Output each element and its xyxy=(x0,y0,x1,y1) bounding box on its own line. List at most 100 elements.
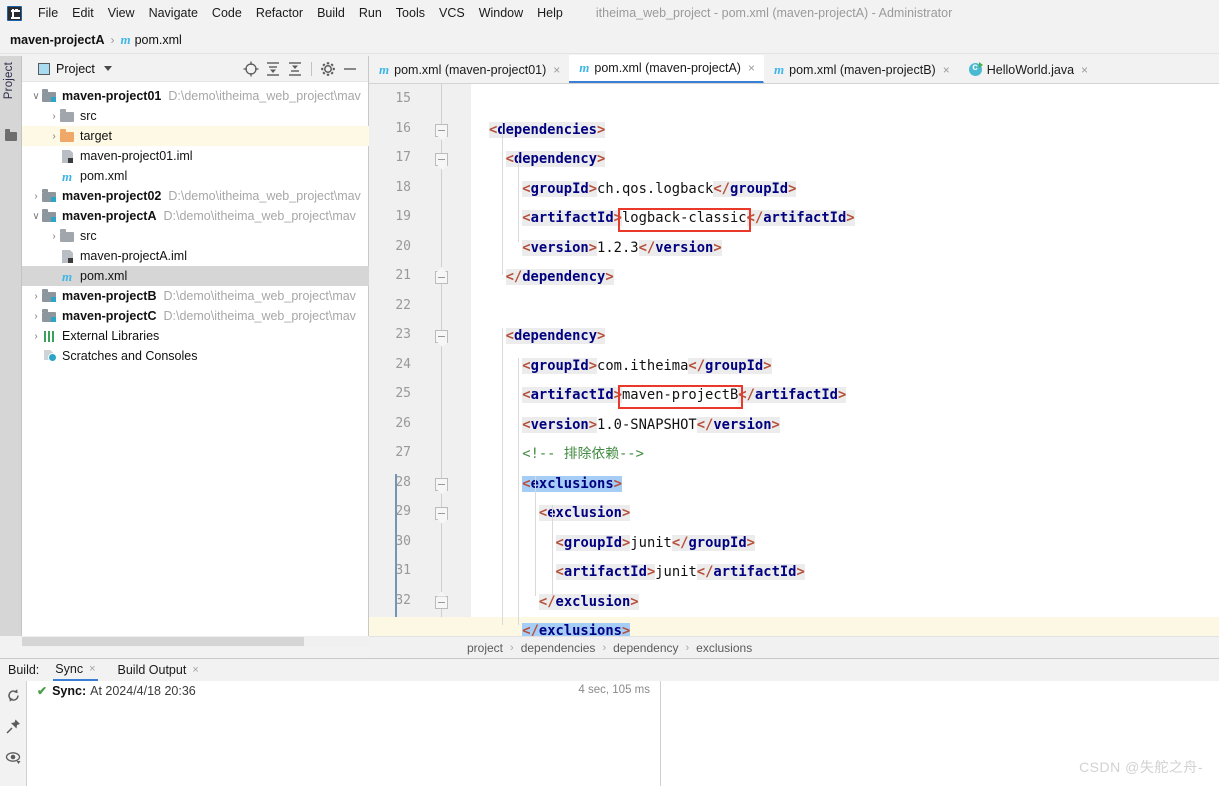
code-line[interactable]: </exclusion> xyxy=(538,588,639,618)
editor-breadcrumb-item[interactable]: dependencies xyxy=(521,641,596,655)
code-fold-toggle[interactable] xyxy=(435,477,448,491)
chevron-right-icon[interactable]: › xyxy=(30,331,42,342)
build-tab-sync[interactable]: Sync × xyxy=(53,660,98,681)
breadcrumb-module[interactable]: maven-projectA xyxy=(10,33,104,47)
tree-item-maven-project02[interactable]: › maven-project02 D:\demo\itheima_web_proj… xyxy=(22,186,369,206)
menu-item-edit[interactable]: Edit xyxy=(65,4,101,22)
breadcrumb-separator: › xyxy=(110,33,115,47)
settings-gear-icon[interactable] xyxy=(318,59,338,79)
editor-gutter[interactable]: 15161718192021222324252627282930313233 xyxy=(369,84,471,636)
breadcrumb-file[interactable]: pom.xml xyxy=(135,33,182,47)
tree-item-scratches-and-consoles[interactable]: Scratches and Consoles xyxy=(22,346,369,366)
chevron-right-icon[interactable]: › xyxy=(30,191,42,202)
editor-breadcrumb-item[interactable]: exclusions xyxy=(696,641,752,655)
code-line[interactable]: <version>1.0-SNAPSHOT</version> xyxy=(522,411,780,441)
chevron-down-icon[interactable] xyxy=(103,66,112,71)
tree-item-target[interactable]: › target xyxy=(22,126,369,146)
build-result-row[interactable]: ✔ Sync: At 2024/4/18 20:36 xyxy=(27,681,660,701)
close-icon[interactable]: × xyxy=(748,61,755,75)
menu-item-help[interactable]: Help xyxy=(530,4,570,22)
menu-item-window[interactable]: Window xyxy=(472,4,530,22)
code-fold-toggle[interactable] xyxy=(435,271,448,284)
editor-tab-pom-xml-maven-project01-[interactable]: m pom.xml (maven-project01) × xyxy=(369,56,569,83)
editor-breadcrumb-item[interactable]: project xyxy=(467,641,503,655)
code-line[interactable]: <artifactId>junit</artifactId> xyxy=(555,558,805,588)
code-fold-toggle[interactable] xyxy=(435,595,448,609)
editor-tab-pom-xml-maven-projectb-[interactable]: m pom.xml (maven-projectB) × xyxy=(764,56,959,83)
code-fold-toggle[interactable] xyxy=(435,507,448,520)
code-line[interactable]: <artifactId>maven-projectB</artifactId> xyxy=(522,381,847,411)
tree-item-maven-projecta-iml[interactable]: maven-projectA.iml xyxy=(22,246,369,266)
tree-item-src[interactable]: › src xyxy=(22,226,369,246)
close-icon[interactable]: × xyxy=(89,663,95,675)
menu-item-navigate[interactable]: Navigate xyxy=(142,4,205,22)
code-line[interactable]: <dependencies> xyxy=(489,116,606,146)
hide-icon[interactable] xyxy=(340,59,360,79)
code-line[interactable]: <dependency> xyxy=(505,145,606,175)
tree-item-maven-project01[interactable]: ∨ maven-project01 D:\demo\itheima_web_proj… xyxy=(22,86,369,106)
tree-item-maven-project01-iml[interactable]: maven-project01.iml xyxy=(22,146,369,166)
project-tree[interactable]: ∨ maven-project01 D:\demo\itheima_web_proj… xyxy=(22,82,369,635)
close-icon[interactable]: × xyxy=(553,63,560,77)
tree-item-pom-xml[interactable]: m pom.xml xyxy=(22,166,369,186)
code-line[interactable]: </exclusions> xyxy=(522,617,631,636)
menu-item-run[interactable]: Run xyxy=(352,4,389,22)
editor-tab-pom-xml-maven-projecta-[interactable]: m pom.xml (maven-projectA) × xyxy=(569,55,764,83)
build-tab-build-output[interactable]: Build Output × xyxy=(116,661,201,680)
close-icon[interactable]: × xyxy=(192,664,198,676)
chevron-right-icon[interactable]: › xyxy=(30,291,42,302)
code-content[interactable]: <dependencies> <dependency> <groupId>ch.qo… xyxy=(369,84,1219,636)
code-line[interactable]: </dependency> xyxy=(505,263,614,293)
code-editor[interactable]: 15161718192021222324252627282930313233 <… xyxy=(369,84,1219,636)
tool-window-button-project[interactable]: Project xyxy=(3,62,15,99)
pin-icon[interactable] xyxy=(5,718,22,735)
code-line[interactable]: <artifactId>logback-classic</artifactId> xyxy=(522,204,855,234)
code-line[interactable]: <exclusions> xyxy=(522,470,622,500)
menu-item-build[interactable]: Build xyxy=(310,4,352,22)
chevron-right-icon[interactable]: › xyxy=(30,311,42,322)
tree-item-label: maven-project01.iml xyxy=(80,149,193,163)
code-line[interactable]: <groupId>com.itheima</groupId> xyxy=(522,352,772,382)
tree-item-pom-xml[interactable]: m pom.xml xyxy=(22,266,369,286)
rerun-icon[interactable] xyxy=(5,687,22,704)
tree-item-src[interactable]: › src xyxy=(22,106,369,126)
locate-icon[interactable] xyxy=(241,59,261,79)
chevron-down-icon[interactable]: ∨ xyxy=(30,211,42,222)
code-line[interactable]: <groupId>ch.qos.logback</groupId> xyxy=(522,175,797,205)
menu-item-refactor[interactable]: Refactor xyxy=(249,4,310,22)
code-line[interactable]: <!-- 排除依赖--> xyxy=(522,440,644,470)
iml-file-icon xyxy=(60,249,76,263)
collapse-all-icon[interactable] xyxy=(285,59,305,79)
project-panel-horizontal-scrollbar[interactable] xyxy=(22,636,369,647)
menu-item-vcs[interactable]: VCS xyxy=(432,4,472,22)
tree-item-maven-projecta[interactable]: ∨ maven-projectA D:\demo\itheima_web_proje… xyxy=(22,206,369,226)
eye-filter-icon[interactable] xyxy=(5,749,22,766)
menu-item-code[interactable]: Code xyxy=(205,4,249,22)
code-line[interactable]: <exclusion> xyxy=(538,499,631,529)
expand-all-icon[interactable] xyxy=(263,59,283,79)
chevron-down-icon[interactable]: ∨ xyxy=(30,91,42,102)
menu-item-view[interactable]: View xyxy=(101,4,142,22)
chevron-right-icon[interactable]: › xyxy=(48,231,60,242)
code-line[interactable]: <groupId>junit</groupId> xyxy=(555,529,755,559)
editor-breadcrumb[interactable]: project › dependencies › dependency › exclusio… xyxy=(369,636,1219,658)
code-line[interactable]: <dependency> xyxy=(505,322,606,352)
close-icon[interactable]: × xyxy=(943,63,950,77)
chevron-right-icon[interactable]: › xyxy=(48,111,60,122)
code-fold-toggle[interactable] xyxy=(435,153,448,166)
code-fold-toggle[interactable] xyxy=(435,123,448,137)
chevron-right-icon[interactable]: › xyxy=(48,131,60,142)
code-line[interactable]: <version>1.2.3</version> xyxy=(522,234,722,264)
menu-item-tools[interactable]: Tools xyxy=(389,4,432,22)
menu-item-file[interactable]: File xyxy=(31,4,65,22)
code-fold-toggle[interactable] xyxy=(435,330,448,343)
close-icon[interactable]: × xyxy=(1081,63,1088,77)
structure-folder-icon[interactable] xyxy=(5,129,17,141)
tree-item-maven-projectb[interactable]: › maven-projectB D:\demo\itheima_web_proje… xyxy=(22,286,369,306)
tree-item-external-libraries[interactable]: › External Libraries xyxy=(22,326,369,346)
tree-item-maven-projectc[interactable]: › maven-projectC D:\demo\itheima_web_proje… xyxy=(22,306,369,326)
editor-breadcrumb-item[interactable]: dependency xyxy=(613,641,678,655)
editor-tab-helloworld-java[interactable]: HelloWorld.java × xyxy=(959,56,1097,83)
scrollbar-thumb[interactable] xyxy=(22,637,304,646)
build-result-tree[interactable]: ✔ Sync: At 2024/4/18 20:36 4 sec, 105 ms xyxy=(27,681,661,786)
